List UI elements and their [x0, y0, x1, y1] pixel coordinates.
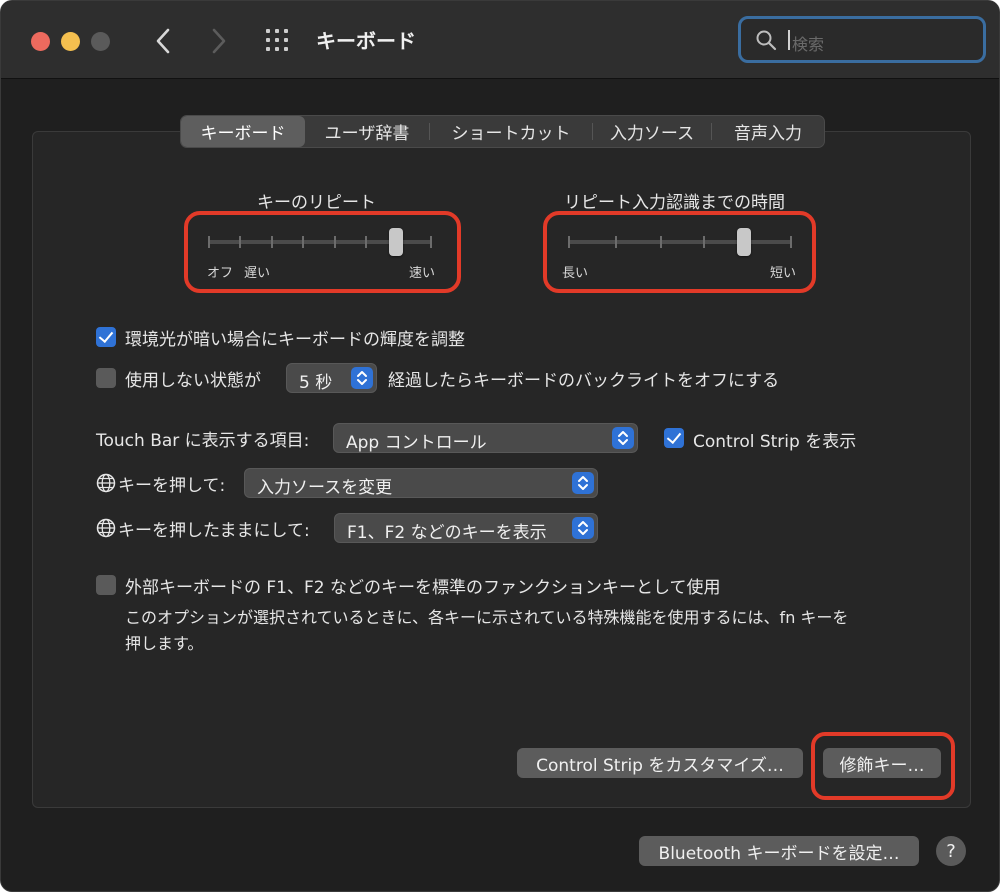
key-repeat-label-off: オフ: [207, 266, 234, 281]
fn-keys-description-line1: このオプションが選択されているときに、各キーに示されている特殊機能を使用するには…: [125, 608, 849, 627]
control-strip-checkbox[interactable]: [664, 428, 684, 448]
customize-control-strip-button[interactable]: Control Strip をカスタマイズ…: [517, 748, 803, 778]
fn-keys-description-line2: 押します。: [125, 634, 204, 653]
window-title: キーボード: [316, 29, 416, 53]
backlight-off-checkbox[interactable]: [96, 368, 116, 388]
text-cursor: [788, 30, 790, 50]
search-icon: [756, 30, 777, 51]
updown-arrows-icon: [351, 367, 373, 389]
delay-label-short: 短い: [770, 266, 797, 281]
setup-bluetooth-keyboard-button[interactable]: Bluetooth キーボードを設定…: [639, 836, 919, 866]
backlight-timeout-value: 5 秒: [299, 373, 333, 393]
backlight-off-suffix: 経過したらキーボードのバックライトをオフにする: [388, 371, 780, 391]
tab-keyboard[interactable]: キーボード: [181, 116, 305, 147]
updown-arrows-icon: [572, 472, 594, 494]
search-field[interactable]: 検索: [738, 16, 986, 63]
delay-label-long: 長い: [562, 266, 589, 281]
close-window-button[interactable]: [31, 32, 50, 51]
globe-hold-popup[interactable]: F1、F2 などのキーを表示: [334, 513, 598, 543]
delay-until-repeat-slider-thumb[interactable]: [737, 228, 751, 256]
fn-keys-label: 外部キーボードの F1、F2 などのキーを標準のファンクションキーとして使用: [125, 578, 721, 598]
touchbar-label: Touch Bar に表示する項目:: [96, 431, 310, 451]
ambient-light-label: 環境光が暗い場合にキーボードの輝度を調整: [125, 330, 465, 350]
globe-hold-value: F1、F2 などのキーを表示: [347, 523, 547, 543]
tab-shortcuts[interactable]: ショートカット: [430, 116, 592, 147]
chevron-right-icon: [212, 28, 226, 54]
show-all-grid-button[interactable]: [264, 27, 294, 55]
help-button[interactable]: ?: [936, 836, 966, 866]
search-placeholder: 検索: [792, 35, 825, 54]
backlight-off-prefix: 使用しない状態が: [125, 371, 261, 391]
control-strip-label: Control Strip を表示: [693, 432, 857, 452]
minimize-window-button[interactable]: [61, 32, 80, 51]
ambient-light-checkbox[interactable]: [96, 327, 116, 347]
tab-input-sources[interactable]: 入力ソース: [593, 116, 711, 147]
tab-user-dictionary[interactable]: ユーザ辞書: [305, 116, 429, 147]
back-button[interactable]: [149, 25, 177, 57]
titlebar: キーボード 検索: [1, 1, 999, 79]
updown-arrows-icon: [572, 517, 594, 539]
key-repeat-slider-thumb[interactable]: [389, 228, 403, 256]
globe-icon: [96, 518, 116, 538]
fn-keys-checkbox[interactable]: [96, 575, 116, 595]
globe-icon: [96, 473, 116, 493]
key-repeat-title: キーのリピート: [257, 193, 376, 213]
globe-press-popup[interactable]: 入力ソースを変更: [244, 468, 598, 498]
zoom-window-button[interactable]: [91, 32, 110, 51]
globe-press-label: キーを押して:: [118, 476, 226, 496]
system-preferences-window: キーボード 検索 キーボード ユーザ辞書 ショートカット 入力ソース 音声入力 …: [0, 0, 1000, 892]
updown-arrows-icon: [612, 427, 634, 449]
globe-hold-label: キーを押したままにして:: [118, 521, 310, 541]
touchbar-value: App コントロール: [346, 433, 487, 453]
globe-press-value: 入力ソースを変更: [257, 478, 393, 498]
touchbar-popup[interactable]: App コントロール: [333, 423, 638, 453]
tab-bar: キーボード ユーザ辞書 ショートカット 入力ソース 音声入力: [180, 115, 825, 148]
chevron-left-icon: [156, 28, 170, 54]
modifier-keys-button[interactable]: 修飾キー…: [823, 748, 941, 778]
backlight-timeout-popup[interactable]: 5 秒: [286, 363, 377, 393]
key-repeat-label-slow: 遅い: [244, 266, 271, 281]
delay-until-repeat-title: リピート入力認識までの時間: [564, 193, 785, 213]
forward-button[interactable]: [205, 25, 233, 57]
tab-dictation[interactable]: 音声入力: [712, 116, 824, 147]
key-repeat-label-fast: 速い: [409, 266, 436, 281]
